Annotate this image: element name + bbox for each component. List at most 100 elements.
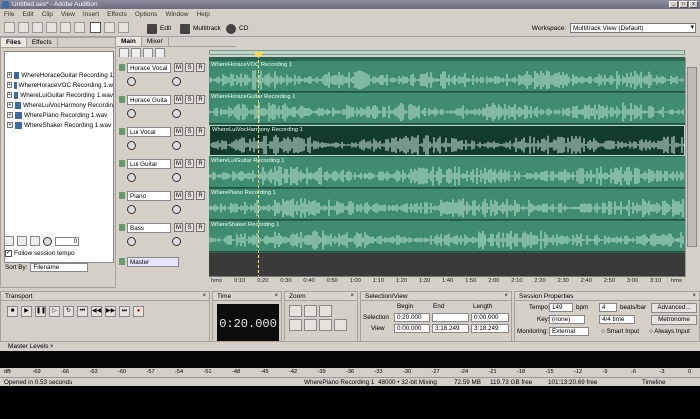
- volume-knob[interactable]: [127, 109, 136, 118]
- rewind-icon[interactable]: ◀◀: [91, 306, 102, 317]
- expand-icon[interactable]: +: [7, 82, 12, 88]
- selection-length-field[interactable]: 0:00.000: [471, 313, 509, 322]
- track-name-field[interactable]: Piano: [127, 191, 171, 201]
- new-session-icon[interactable]: [46, 22, 57, 33]
- smart-input-option[interactable]: ○ Smart Input: [601, 328, 639, 335]
- loop-play-icon[interactable]: ↻: [63, 306, 74, 317]
- track-grip-icon[interactable]: [119, 64, 125, 71]
- menu-view[interactable]: View: [61, 11, 75, 18]
- volume-knob[interactable]: [127, 141, 136, 150]
- monitoring-dropdown[interactable]: External: [549, 327, 589, 336]
- solo-button[interactable]: S: [185, 191, 194, 200]
- track-lane[interactable]: WhereHoraceVOC Recording 1: [209, 61, 685, 92]
- track-name-field[interactable]: Bass: [127, 223, 171, 233]
- stop-icon[interactable]: ■: [7, 306, 18, 317]
- list-item[interactable]: + WhereHoraceVOC Recording 1.w: [5, 80, 113, 90]
- scroll-thumb[interactable]: [687, 67, 697, 247]
- mute-button[interactable]: M: [174, 63, 183, 72]
- pause-icon[interactable]: ❚❚: [35, 306, 46, 317]
- always-input-option[interactable]: ○ Always Input: [649, 328, 690, 335]
- track-lane-selected[interactable]: WhereLuiVocHarmony Recording 1: [209, 125, 685, 156]
- track-lane[interactable]: WhereLuiGuitar Recording 1: [209, 157, 685, 188]
- menu-clip[interactable]: Clip: [42, 11, 53, 18]
- menu-insert[interactable]: Insert: [83, 11, 99, 18]
- import-icon[interactable]: [60, 22, 71, 33]
- time-selection-tool-icon[interactable]: [104, 22, 115, 33]
- track-name-field[interactable]: Lui Vocal: [127, 127, 171, 137]
- minimize-icon[interactable]: _: [669, 1, 678, 8]
- save-icon[interactable]: [32, 22, 43, 33]
- move-tool-icon[interactable]: [90, 22, 101, 33]
- workspace-dropdown[interactable]: Multitrack View (Default): [570, 23, 696, 33]
- list-item[interactable]: + WhereShaker Recording 1.wav: [5, 120, 113, 130]
- key-dropdown[interactable]: (none): [549, 315, 585, 324]
- mute-button[interactable]: M: [174, 191, 183, 200]
- record-arm-button[interactable]: R: [196, 95, 205, 104]
- pan-knob[interactable]: [172, 237, 181, 246]
- record-arm-button[interactable]: R: [196, 223, 205, 232]
- pan-knob[interactable]: [172, 77, 181, 86]
- track-grip-icon[interactable]: [119, 128, 125, 135]
- expand-icon[interactable]: +: [7, 72, 13, 78]
- track-grip-icon[interactable]: [119, 224, 125, 231]
- record-arm-button[interactable]: R: [196, 159, 205, 168]
- list-item[interactable]: + WhereHoraceGuitar Recording 1: [5, 70, 113, 80]
- skip-back-icon[interactable]: ⏮: [77, 306, 88, 317]
- pan-knob[interactable]: [172, 205, 181, 214]
- vertical-scrollbar[interactable]: [685, 57, 697, 277]
- track-name-field[interactable]: Lui Guitar: [127, 159, 171, 169]
- open-file-icon[interactable]: [18, 22, 29, 33]
- zoom-in-vertical-icon[interactable]: [289, 319, 302, 331]
- solo-button[interactable]: S: [185, 159, 194, 168]
- sort-by-dropdown[interactable]: Filename: [30, 263, 89, 272]
- solo-button[interactable]: S: [185, 95, 194, 104]
- skip-forward-icon[interactable]: ⏭: [119, 306, 130, 317]
- menu-window[interactable]: Window: [165, 11, 188, 18]
- edit-view-button[interactable]: Edit: [147, 22, 171, 35]
- multitrack-view-button[interactable]: Multitrack: [180, 22, 221, 35]
- zoom-left-edge-icon[interactable]: [334, 319, 347, 331]
- track-lane[interactable]: WherePiano Recording 1: [209, 189, 685, 220]
- new-file-icon[interactable]: [4, 22, 15, 33]
- expand-icon[interactable]: +: [7, 122, 13, 128]
- solo-button[interactable]: S: [185, 63, 194, 72]
- view-begin-field[interactable]: 0:00.000: [394, 324, 430, 333]
- metronome-button[interactable]: Metronome: [651, 315, 697, 325]
- maximize-icon[interactable]: □: [679, 1, 688, 8]
- tab-mixer[interactable]: Mixer: [142, 37, 169, 46]
- expand-icon[interactable]: +: [7, 92, 12, 98]
- play-icon[interactable]: ▶: [21, 306, 32, 317]
- view-length-field[interactable]: 3:18.249: [471, 324, 509, 333]
- volume-value[interactable]: 0: [55, 236, 79, 246]
- tab-files[interactable]: Files: [1, 38, 27, 47]
- track-name-field[interactable]: Horace Guita: [127, 95, 171, 105]
- time-signature-dropdown[interactable]: 4/4 time: [599, 315, 635, 324]
- tab-effects[interactable]: Effects: [27, 38, 58, 47]
- pan-knob[interactable]: [172, 173, 181, 182]
- menu-effects[interactable]: Effects: [107, 11, 127, 18]
- menu-edit[interactable]: Edit: [22, 11, 33, 18]
- fast-forward-icon[interactable]: ▶▶: [105, 306, 116, 317]
- solo-button[interactable]: S: [185, 223, 194, 232]
- play-from-cursor-icon[interactable]: ▷: [49, 306, 60, 317]
- track-grip-icon[interactable]: [119, 258, 125, 265]
- loop-icon[interactable]: [17, 236, 27, 246]
- zoom-selection-icon[interactable]: [319, 319, 332, 331]
- track-name-field[interactable]: Horace Vocal: [127, 63, 171, 73]
- cd-view-button[interactable]: CD: [226, 22, 248, 35]
- close-icon[interactable]: ×: [274, 292, 278, 301]
- pan-knob[interactable]: [172, 141, 181, 150]
- expand-icon[interactable]: +: [7, 102, 13, 108]
- list-item[interactable]: + WhereLuiVocHarmony Recordin: [5, 100, 113, 110]
- track-lane[interactable]: WhereShaker Recording 1: [209, 221, 685, 252]
- volume-knob[interactable]: [127, 173, 136, 182]
- record-arm-button[interactable]: R: [196, 191, 205, 200]
- horizontal-scrollbar[interactable]: [209, 50, 685, 55]
- track-grip-icon[interactable]: [119, 192, 125, 199]
- list-item[interactable]: + WhereLuiGuitar Recording 1.wav: [5, 90, 113, 100]
- tab-main[interactable]: Main: [116, 37, 142, 46]
- export-icon[interactable]: [74, 22, 85, 33]
- pan-knob[interactable]: [172, 109, 181, 118]
- beats-per-bar-field[interactable]: 4: [599, 303, 617, 312]
- autoplay-icon[interactable]: [30, 236, 40, 246]
